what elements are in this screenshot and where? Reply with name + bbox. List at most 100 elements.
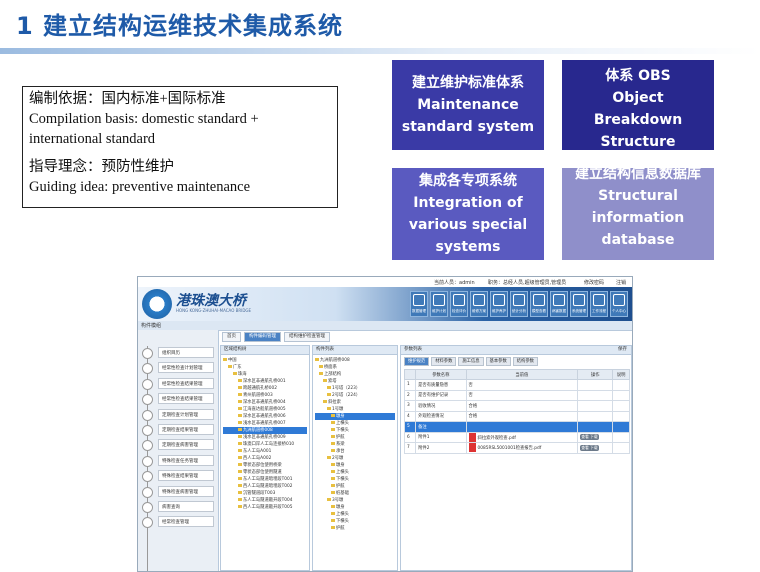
param-value[interactable]: 合格 bbox=[465, 410, 579, 422]
table-row[interactable]: 3 验收情况 合格 bbox=[403, 400, 630, 412]
tree-node[interactable]: 墩身 bbox=[315, 462, 395, 469]
tree-node[interactable]: 上横头 bbox=[315, 420, 395, 427]
table-row[interactable]: 4 外观检查情况 合格 bbox=[403, 410, 630, 422]
parameter-subtab[interactable]: 施工信息 bbox=[458, 357, 484, 366]
tab-component-coding[interactable]: 构件编码管理 bbox=[244, 332, 281, 342]
tree-node[interactable]: 浅水区非通航孔桥007 bbox=[223, 420, 307, 427]
tree-node[interactable]: 2号塔（224） bbox=[315, 392, 395, 399]
module-button[interactable]: 系统管理 bbox=[570, 291, 588, 317]
module-button[interactable]: 维护计划 bbox=[430, 291, 448, 317]
tree-node[interactable]: 东人工岛A001 bbox=[223, 448, 307, 455]
param-value[interactable]: 否 bbox=[465, 389, 579, 401]
module-button[interactable]: 统计分析 bbox=[510, 291, 528, 317]
param-value[interactable]: 斜拉索外观检查.pdf bbox=[465, 431, 579, 443]
sidebar-item[interactable]: 定期检查结果管理 bbox=[138, 423, 218, 438]
sidebar-item[interactable]: 特殊检查病害管理 bbox=[138, 485, 218, 500]
tree-node[interactable]: 1号墩 bbox=[315, 406, 395, 413]
sidebar-item[interactable]: 经常检查管理 bbox=[138, 515, 218, 530]
tree-node[interactable]: 墩身 bbox=[315, 504, 395, 511]
sidebar-item[interactable]: 特殊检查任务管理 bbox=[138, 454, 218, 469]
tree-node[interactable]: 深水区非通航孔桥006 bbox=[223, 413, 307, 420]
tree-node[interactable]: 沉管隧道段T003 bbox=[223, 490, 307, 497]
tree-node[interactable]: 零状态部位使用隧道 bbox=[223, 469, 307, 476]
module-button[interactable]: 维护养护 bbox=[490, 291, 508, 317]
tree-node[interactable]: 珠海 bbox=[223, 371, 307, 378]
tree-node[interactable]: 下横头 bbox=[315, 476, 395, 483]
tree-node[interactable]: 零状态部位使用桥梁 bbox=[223, 462, 307, 469]
sidebar-item[interactable]: 定期检查病害管理 bbox=[138, 438, 218, 453]
tree-node[interactable]: 青州航道桥003 bbox=[223, 392, 307, 399]
parameter-subtab[interactable]: 维护规范 bbox=[404, 357, 430, 366]
module-button[interactable]: 维修方案 bbox=[470, 291, 488, 317]
tree-node[interactable]: 承台 bbox=[315, 448, 395, 455]
sidebar-item[interactable]: 经常性检查结果管理 bbox=[138, 392, 218, 407]
sidebar-item[interactable]: 组织目历 bbox=[138, 346, 218, 361]
folder-icon bbox=[319, 372, 323, 375]
tree-node[interactable]: 下横头 bbox=[315, 427, 395, 434]
module-button[interactable]: 模型查看 bbox=[530, 291, 548, 317]
tree-node[interactable]: 上横头 bbox=[315, 511, 395, 518]
tree-node[interactable]: 九洲航道桥008 bbox=[315, 357, 395, 364]
table-row[interactable]: 1 是否有质量隐患否 bbox=[403, 379, 630, 391]
sidebar-item[interactable]: 经常性检查结果管理 bbox=[138, 377, 218, 392]
tree-node[interactable]: 江海直达船航道桥005 bbox=[223, 406, 307, 413]
table-row[interactable]: 6 附件1 斜拉索外观检查.pdf 查看 下载 bbox=[403, 431, 630, 443]
tree-node[interactable]: 护舷 bbox=[315, 483, 395, 490]
tree-node[interactable]: 九洲航道桥008 bbox=[223, 427, 307, 434]
sidebar-item[interactable]: 定期检查计划管理 bbox=[138, 408, 218, 423]
save-button[interactable]: 保存 bbox=[618, 346, 627, 354]
tree-node[interactable]: 3号墩 bbox=[315, 497, 395, 504]
sidebar-item[interactable]: 经常性检查计划管理 bbox=[138, 361, 218, 376]
tree-node[interactable]: 中国 bbox=[223, 357, 307, 364]
tree-node[interactable]: 深水区非通航孔桥004 bbox=[223, 399, 307, 406]
tree-node[interactable]: 2号墩 bbox=[315, 455, 395, 462]
tree-node[interactable]: 深水区非通航孔桥001 bbox=[223, 378, 307, 385]
tree-node[interactable]: 系梁 bbox=[315, 441, 395, 448]
tree-node[interactable]: 跨越通航孔桥002 bbox=[223, 385, 307, 392]
table-row[interactable]: 5 备注 bbox=[403, 421, 630, 433]
row-action-buttons[interactable]: 查看 下载 bbox=[580, 434, 599, 441]
tree-node[interactable]: 斜拉索 bbox=[315, 399, 395, 406]
tree-node[interactable]: 西人工岛隧道敞开段T005 bbox=[223, 504, 307, 511]
module-button[interactable]: 个人中心 bbox=[610, 291, 628, 317]
module-button[interactable]: 病害数据 bbox=[550, 291, 568, 317]
tree-node[interactable]: 下横头 bbox=[315, 518, 395, 525]
sidebar-item[interactable]: 特殊检查结果管理 bbox=[138, 469, 218, 484]
tree-node[interactable]: 广东 bbox=[223, 364, 307, 371]
module-button[interactable]: 数据管理 bbox=[410, 291, 428, 317]
module-button[interactable]: 工作流程 bbox=[590, 291, 608, 317]
param-value[interactable]: 否 bbox=[465, 379, 579, 391]
parameter-subtab[interactable]: 材料参数 bbox=[431, 357, 457, 366]
tree-node[interactable]: 墩身 bbox=[315, 413, 395, 420]
sidebar-item[interactable]: 病害查询 bbox=[138, 500, 218, 515]
tree-node[interactable]: 东人工岛隧道暗埋段T001 bbox=[223, 476, 307, 483]
param-value[interactable]: 合格 bbox=[465, 400, 579, 412]
param-value[interactable]: 0085RSL5001001检查报告.pdf bbox=[465, 442, 579, 454]
tab-home[interactable]: 首页 bbox=[222, 332, 241, 342]
file-name[interactable]: 斜拉索外观检查.pdf bbox=[478, 436, 516, 441]
tab-maintenance-check[interactable]: 结构维护检查管理 bbox=[284, 332, 330, 342]
parameter-subtab[interactable]: 基本参数 bbox=[485, 357, 511, 366]
parameter-subtab[interactable]: 结构参数 bbox=[512, 357, 538, 366]
table-row[interactable]: 2 是否有维护记录否 bbox=[403, 389, 630, 401]
table-row[interactable]: 7 附件2 0085RSL5001001检查报告.pdf 查看 下载 bbox=[403, 442, 630, 454]
tree-node[interactable]: 桥面系 bbox=[315, 364, 395, 371]
tree-node[interactable]: 1号塔（223） bbox=[315, 385, 395, 392]
tree-node[interactable]: 珠澳口岸人工岛连接桥010 bbox=[223, 441, 307, 448]
tree-node[interactable]: 西人工岛A002 bbox=[223, 455, 307, 462]
param-value[interactable] bbox=[465, 421, 579, 433]
tree-node[interactable]: 护舷 bbox=[315, 525, 395, 532]
module-button[interactable]: 检查评价 bbox=[450, 291, 468, 317]
tree-node[interactable]: 索塔 bbox=[315, 378, 395, 385]
tree-node[interactable]: 西人工岛隧道暗埋段T002 bbox=[223, 483, 307, 490]
tree-node[interactable]: 上横头 bbox=[315, 469, 395, 476]
row-action-buttons[interactable]: 查看 下载 bbox=[580, 444, 599, 451]
tree-node[interactable]: 东人工岛隧道敞开段T004 bbox=[223, 497, 307, 504]
tree-node[interactable]: 上部结构 bbox=[315, 371, 395, 378]
file-name[interactable]: 0085RSL5001001检查报告.pdf bbox=[478, 446, 542, 451]
tree-node[interactable]: 浅水区非通航孔桥009 bbox=[223, 434, 307, 441]
logout-link[interactable]: 注销 bbox=[616, 279, 626, 286]
change-password-link[interactable]: 修改密码 bbox=[584, 279, 604, 286]
tree-node[interactable]: 护舷 bbox=[315, 434, 395, 441]
tree-node[interactable]: 桩基础 bbox=[315, 490, 395, 497]
